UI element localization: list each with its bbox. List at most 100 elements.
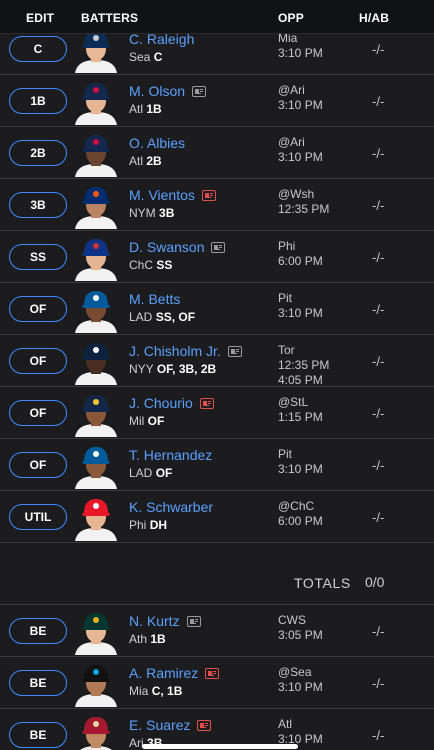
player-name-link[interactable]: J. Chourio (129, 395, 214, 411)
opponent-info: @Ari 3:10 PM (278, 83, 323, 112)
player-headshot[interactable] (71, 391, 121, 437)
player-name-link[interactable]: K. Schwarber (129, 499, 213, 515)
player-name-link[interactable]: E. Suarez (129, 717, 212, 733)
player-team: Ath 1B (129, 632, 166, 646)
player-headshot[interactable] (71, 79, 121, 125)
player-name[interactable]: J. Chourio (129, 395, 193, 411)
position-button[interactable]: UTIL (9, 504, 67, 530)
position-button[interactable]: 2B (9, 140, 67, 166)
player-name-link[interactable]: O. Albies (129, 135, 185, 151)
header-opp[interactable]: OPP (278, 11, 304, 25)
batters-list: C C. Raleigh Sea C Mia 3:10 PM -/- 1B M. Olson A… (0, 31, 434, 750)
player-headshot[interactable] (71, 661, 121, 707)
player-name-link[interactable]: T. Hernandez (129, 447, 212, 463)
position-button[interactable]: BE (9, 722, 67, 748)
totals-row: TOTALS 0/0 (0, 543, 434, 605)
opponent-info: @Ari 3:10 PM (278, 135, 323, 164)
news-icon[interactable] (227, 345, 242, 357)
news-icon[interactable] (211, 241, 226, 253)
news-icon[interactable] (199, 397, 214, 409)
player-row[interactable]: BE N. Kurtz Ath 1B CWS 3:05 PM -/- (0, 605, 434, 657)
news-icon[interactable] (201, 189, 216, 201)
player-headshot[interactable] (71, 339, 121, 385)
position-button[interactable]: SS (9, 244, 67, 270)
opponent-info: Tor 12:35 PM 4:05 PM (278, 343, 330, 387)
player-team: Atl 2B (129, 154, 162, 168)
position-button[interactable]: OF (9, 400, 67, 426)
column-header: EDIT BATTERS OPP H/AB (0, 0, 434, 34)
opponent-info: Pit 3:10 PM (278, 447, 323, 476)
header-hab[interactable]: H/AB (359, 11, 389, 25)
position-button[interactable]: OF (9, 296, 67, 322)
player-row[interactable]: OF J. Chisholm Jr. NYY OF, 3B, 2B Tor 12:35 … (0, 335, 434, 387)
player-row[interactable]: OF J. Chourio Mil OF @StL 1:15 PM -/- (0, 387, 434, 439)
player-name-link[interactable]: M. Olson (129, 83, 207, 99)
player-headshot[interactable] (71, 443, 121, 489)
opponent-info: @Wsh 12:35 PM (278, 187, 330, 216)
player-name[interactable]: M. Betts (129, 291, 180, 307)
position-button[interactable]: BE (9, 670, 67, 696)
opponent-info: @ChC 6:00 PM (278, 499, 323, 528)
player-headshot[interactable] (71, 287, 121, 333)
player-team: Sea C (129, 50, 163, 64)
player-row[interactable]: SS D. Swanson ChC SS Phi 6:00 PM -/- (0, 231, 434, 283)
player-name-link[interactable]: N. Kurtz (129, 613, 201, 629)
player-team: Mia C, 1B (129, 684, 183, 698)
player-team: LAD SS, OF (129, 310, 196, 324)
player-name[interactable]: N. Kurtz (129, 613, 180, 629)
hits-at-bats: -/- (372, 250, 385, 265)
position-button[interactable]: BE (9, 618, 67, 644)
player-headshot[interactable] (71, 713, 121, 750)
player-name[interactable]: A. Ramirez (129, 665, 198, 681)
player-row[interactable]: UTIL K. Schwarber Phi DH @ChC 6:00 PM -/- (0, 491, 434, 543)
player-name[interactable]: M. Vientos (129, 187, 195, 203)
player-headshot[interactable] (71, 131, 121, 177)
player-name[interactable]: T. Hernandez (129, 447, 212, 463)
player-name-link[interactable]: M. Betts (129, 291, 180, 307)
news-icon[interactable] (192, 85, 207, 97)
player-row[interactable]: 1B M. Olson Atl 1B @Ari 3:10 PM -/- (0, 75, 434, 127)
player-team: NYM 3B (129, 206, 175, 220)
position-button[interactable]: C (9, 36, 67, 62)
hits-at-bats: -/- (372, 406, 385, 421)
player-name[interactable]: K. Schwarber (129, 499, 213, 515)
player-headshot[interactable] (71, 183, 121, 229)
player-team: Atl 1B (129, 102, 162, 116)
position-button[interactable]: 1B (9, 88, 67, 114)
hits-at-bats: -/- (372, 198, 385, 213)
player-name[interactable]: M. Olson (129, 83, 185, 99)
hits-at-bats: -/- (372, 624, 385, 639)
opponent-info: Mia 3:10 PM (278, 31, 323, 60)
player-row[interactable]: C C. Raleigh Sea C Mia 3:10 PM -/- (0, 31, 434, 75)
player-name-link[interactable]: A. Ramirez (129, 665, 220, 681)
header-batters[interactable]: BATTERS (81, 11, 138, 25)
player-name[interactable]: J. Chisholm Jr. (129, 343, 221, 359)
player-row[interactable]: OF T. Hernandez LAD OF Pit 3:10 PM -/- (0, 439, 434, 491)
totals-label: TOTALS (294, 575, 351, 591)
player-team: Phi DH (129, 518, 168, 532)
hits-at-bats: -/- (372, 302, 385, 317)
player-name-link[interactable]: D. Swanson (129, 239, 226, 255)
news-icon[interactable] (197, 719, 212, 731)
player-name[interactable]: D. Swanson (129, 239, 204, 255)
player-row[interactable]: 2B O. Albies Atl 2B @Ari 3:10 PM -/- (0, 127, 434, 179)
position-button[interactable]: 3B (9, 192, 67, 218)
player-name-link[interactable]: J. Chisholm Jr. (129, 343, 242, 359)
player-headshot[interactable] (71, 609, 121, 655)
news-icon[interactable] (186, 615, 201, 627)
player-row[interactable]: 3B M. Vientos NYM 3B @Wsh 12:35 PM -/- (0, 179, 434, 231)
home-indicator (142, 744, 298, 749)
opponent-info: Pit 3:10 PM (278, 291, 323, 320)
position-button[interactable]: OF (9, 348, 67, 374)
player-team: ChC SS (129, 258, 173, 272)
player-name-link[interactable]: M. Vientos (129, 187, 216, 203)
player-row[interactable]: BE A. Ramirez Mia C, 1B @Sea 3:10 PM -/- (0, 657, 434, 709)
hits-at-bats: -/- (372, 354, 385, 369)
player-headshot[interactable] (71, 495, 121, 541)
news-icon[interactable] (205, 667, 220, 679)
player-headshot[interactable] (71, 235, 121, 281)
player-name[interactable]: E. Suarez (129, 717, 190, 733)
player-name[interactable]: O. Albies (129, 135, 185, 151)
position-button[interactable]: OF (9, 452, 67, 478)
player-row[interactable]: OF M. Betts LAD SS, OF Pit 3:10 PM -/- (0, 283, 434, 335)
